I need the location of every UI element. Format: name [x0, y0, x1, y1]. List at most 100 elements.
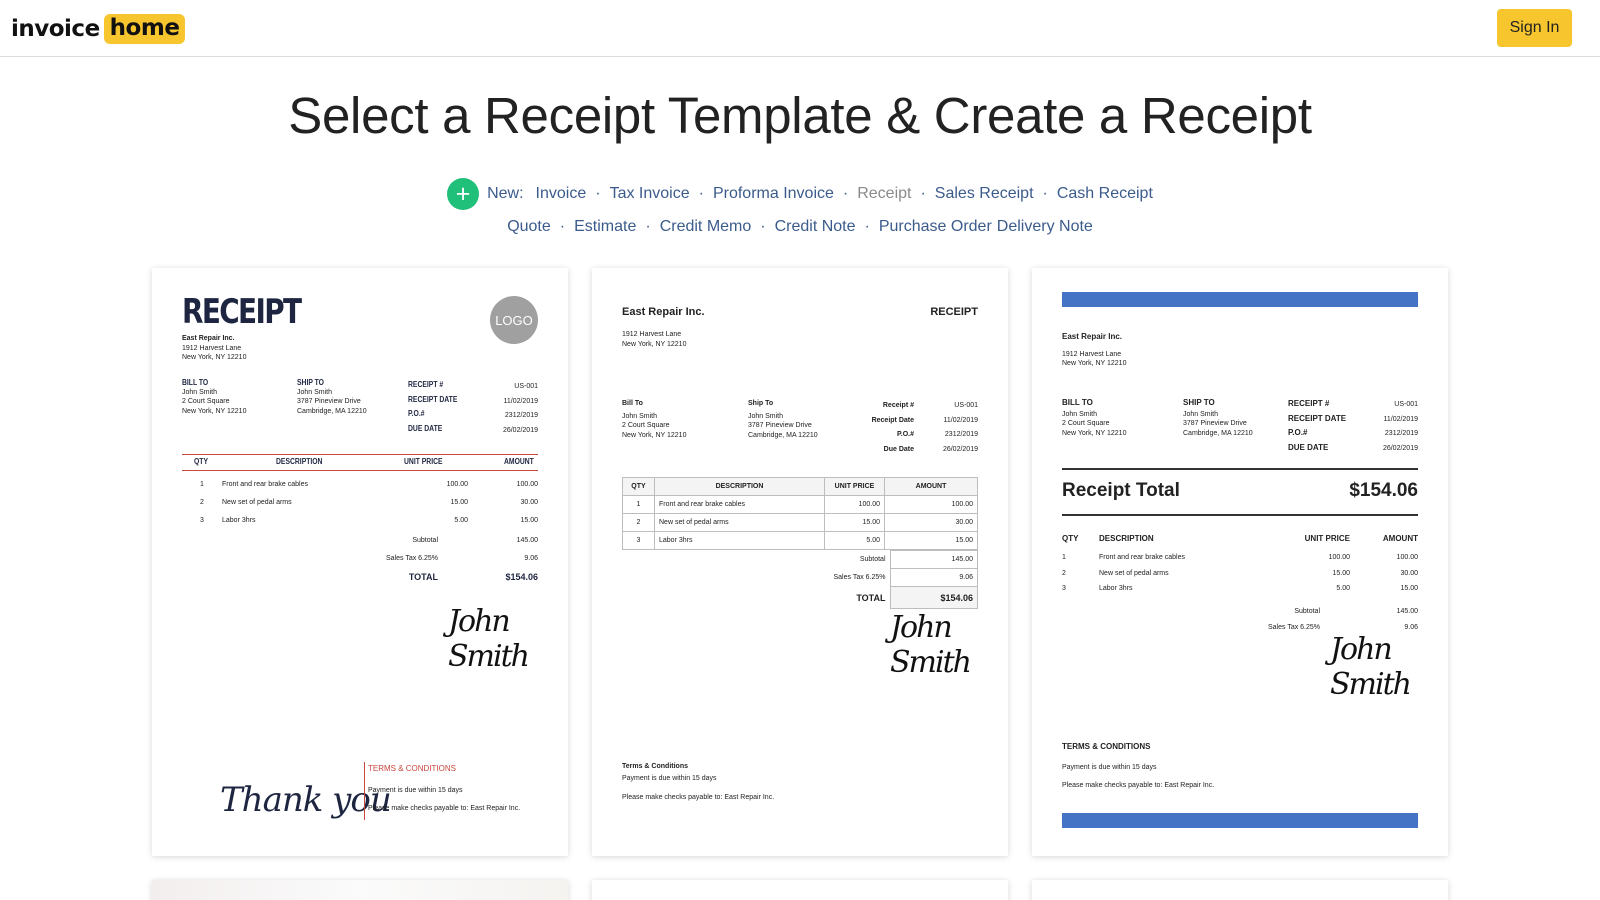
- item-qty: 2: [1062, 569, 1066, 577]
- new-sales-receipt-link[interactable]: Sales Receipt: [935, 185, 1034, 203]
- logo-word-invoice: invoice: [11, 15, 100, 42]
- meta-label: RECEIPT DATE: [1288, 413, 1347, 423]
- bottom-accent-bar: [1062, 813, 1418, 828]
- item-amount: 100.00: [884, 495, 978, 514]
- total-row: TOTAL $154.06: [352, 568, 538, 586]
- meta-label: Due Date: [883, 445, 914, 453]
- col-header-description: DESCRIPTION: [1099, 534, 1154, 543]
- company-name: East Repair Inc.: [622, 306, 705, 318]
- table-row: 2 New set of pedal arms 15.00 30.00: [622, 513, 978, 532]
- tax-label: Sales Tax 6.25%: [1267, 623, 1320, 631]
- receipt-meta-labels: RECEIPT # RECEIPT DATE P.O.# DUE DATE: [1288, 397, 1346, 455]
- plus-icon[interactable]: +: [447, 178, 480, 210]
- meta-value: 2312/2019: [504, 412, 538, 419]
- item-description: Labor 3hrs: [222, 517, 256, 524]
- receipt-template-card-3[interactable]: East Repair Inc. 1912 Harvest Lane New Y…: [1032, 268, 1448, 856]
- meta-value: 11/02/2019: [503, 397, 538, 405]
- receipt-meta-labels: RECEIPT # RECEIPT DATE P.O.# DUE DATE: [408, 378, 466, 436]
- meta-label: RECEIPT DATE: [408, 394, 458, 404]
- item-amount: 15.00: [520, 517, 538, 524]
- item-amount: 100.00: [1396, 554, 1418, 561]
- terms-line: Please make checks payable to: East Repa…: [1062, 782, 1215, 789]
- table-row: 1 Front and rear brake cables 100.00 100…: [622, 495, 978, 514]
- table-header-rule: [182, 470, 538, 471]
- company-block: East Repair Inc. 1912 Harvest Lane New Y…: [1062, 332, 1126, 369]
- bill-to-line: New York, NY 12210: [1062, 429, 1127, 437]
- template-title: RECEIPT: [182, 292, 302, 332]
- bill-to-line: John Smith: [1062, 410, 1098, 418]
- item-unit-price: 15.00: [1332, 569, 1350, 577]
- new-credit-memo-link[interactable]: Credit Memo: [660, 218, 752, 236]
- col-header-amount: AMOUNT: [884, 477, 978, 496]
- col-header-unit-price: UNIT PRICE: [1304, 534, 1350, 543]
- separator-dot: ·: [760, 218, 766, 235]
- total-label: TOTAL: [786, 586, 891, 609]
- ship-to-line: 3787 Pineview Drive: [748, 422, 812, 429]
- new-purchase-order-link[interactable]: Purchase Order: [879, 218, 992, 236]
- item-amount: 30.00: [1400, 569, 1418, 577]
- item-description: Labor 3hrs: [1099, 585, 1133, 592]
- subtotal-row: Subtotal 145.00: [1232, 604, 1418, 620]
- item-unit-price: 5.00: [824, 531, 885, 550]
- subtotal-value: 145.00: [516, 537, 538, 544]
- meta-label: P.O.#: [897, 431, 914, 438]
- col-header-description: DESCRIPTION: [276, 457, 323, 466]
- separator-dot: ·: [864, 218, 870, 235]
- item-amount: 30.00: [884, 513, 978, 532]
- company-name: East Repair Inc.: [1062, 332, 1123, 341]
- terms-line: Payment is due within 15 days: [368, 786, 463, 794]
- totals-block: Subtotal 145.00 Sales Tax 6.25% 9.06: [1232, 604, 1418, 635]
- sign-in-button[interactable]: Sign In: [1497, 9, 1572, 47]
- ship-to-line: John Smith: [1183, 410, 1219, 418]
- company-address-line: 1912 Harvest Lane: [182, 344, 242, 352]
- receipt-template-card-6[interactable]: [1032, 880, 1448, 900]
- receipt-meta-labels: Receipt # Receipt Date P.O.# Due Date: [848, 399, 914, 457]
- ship-to-line: Cambridge, MA 12210: [1183, 429, 1253, 437]
- new-quote-link[interactable]: Quote: [507, 218, 551, 236]
- signature: John Smith: [448, 604, 530, 674]
- table-row: 3 Labor 3hrs 5.00 15.00: [622, 531, 978, 550]
- new-estimate-link[interactable]: Estimate: [574, 218, 636, 236]
- terms-title: Terms & Conditions: [622, 763, 688, 770]
- bill-to-line: 2 Court Square: [622, 422, 670, 429]
- tax-label: Sales Tax 6.25%: [385, 555, 438, 562]
- company-address-line: New York, NY 12210: [182, 354, 247, 361]
- receipt-template-card-5[interactable]: [592, 880, 1008, 900]
- new-credit-note-link[interactable]: Credit Note: [775, 218, 856, 236]
- new-cash-receipt-link[interactable]: Cash Receipt: [1057, 185, 1153, 203]
- receipt-meta-values: US-001 11/02/2019 2312/2019 26/02/2019: [482, 380, 538, 438]
- new-tax-invoice-link[interactable]: Tax Invoice: [610, 185, 690, 203]
- table-header-row: QTY DESCRIPTION UNIT PRICE AMOUNT: [622, 477, 978, 496]
- new-delivery-note-link[interactable]: Delivery Note: [997, 218, 1093, 236]
- ship-to-line: Cambridge, MA 12210: [748, 431, 818, 439]
- receipt-template-card-2[interactable]: East Repair Inc. RECEIPT 1912 Harvest La…: [592, 268, 1008, 856]
- item-description: Front and rear brake cables: [222, 481, 308, 488]
- bill-to-label: BILL TO: [182, 378, 209, 387]
- new-proforma-invoice-link[interactable]: Proforma Invoice: [713, 185, 834, 203]
- tax-value: 9.06: [524, 555, 538, 562]
- meta-value: 2312/2019: [1384, 430, 1418, 437]
- table-row: 3 Labor 3hrs 5.00 15.00: [1062, 581, 1418, 597]
- receipt-template-card-1[interactable]: RECEIPT LOGO East Repair Inc. 1912 Harve…: [152, 268, 568, 856]
- total-value: $154.06: [505, 572, 538, 582]
- company-block: East Repair Inc. 1912 Harvest Lane New Y…: [182, 334, 246, 363]
- site-logo[interactable]: invoice home: [11, 13, 186, 44]
- terms-block: Terms & Conditions Payment is due within…: [622, 762, 774, 803]
- item-description: New set of pedal arms: [222, 499, 292, 506]
- item-qty: 3: [622, 531, 655, 550]
- new-document-menu-row-1: + New: Invoice · Tax Invoice · Proforma …: [0, 178, 1600, 210]
- bill-to-line: New York, NY 12210: [182, 407, 247, 415]
- receipt-total-value: $154.06: [1349, 480, 1418, 501]
- bill-to-block: BILL TO John Smith 2 Court Square New Yo…: [182, 378, 246, 416]
- item-description: Labor 3hrs: [654, 531, 825, 550]
- template-title: RECEIPT: [930, 306, 978, 318]
- bill-to-line: John Smith: [182, 388, 218, 396]
- new-document-menu-row-2: Quote · Estimate · Credit Memo · Credit …: [0, 218, 1600, 236]
- ship-to-line: 3787 Pineview Drive: [1183, 420, 1247, 427]
- item-amount: 30.00: [520, 499, 538, 506]
- new-invoice-link[interactable]: Invoice: [536, 185, 587, 203]
- receipt-template-card-4[interactable]: [152, 880, 568, 900]
- item-description: New set of pedal arms: [1099, 569, 1169, 577]
- bill-to-line: 2 Court Square: [182, 398, 230, 405]
- top-navbar: invoice home Sign In: [0, 0, 1600, 57]
